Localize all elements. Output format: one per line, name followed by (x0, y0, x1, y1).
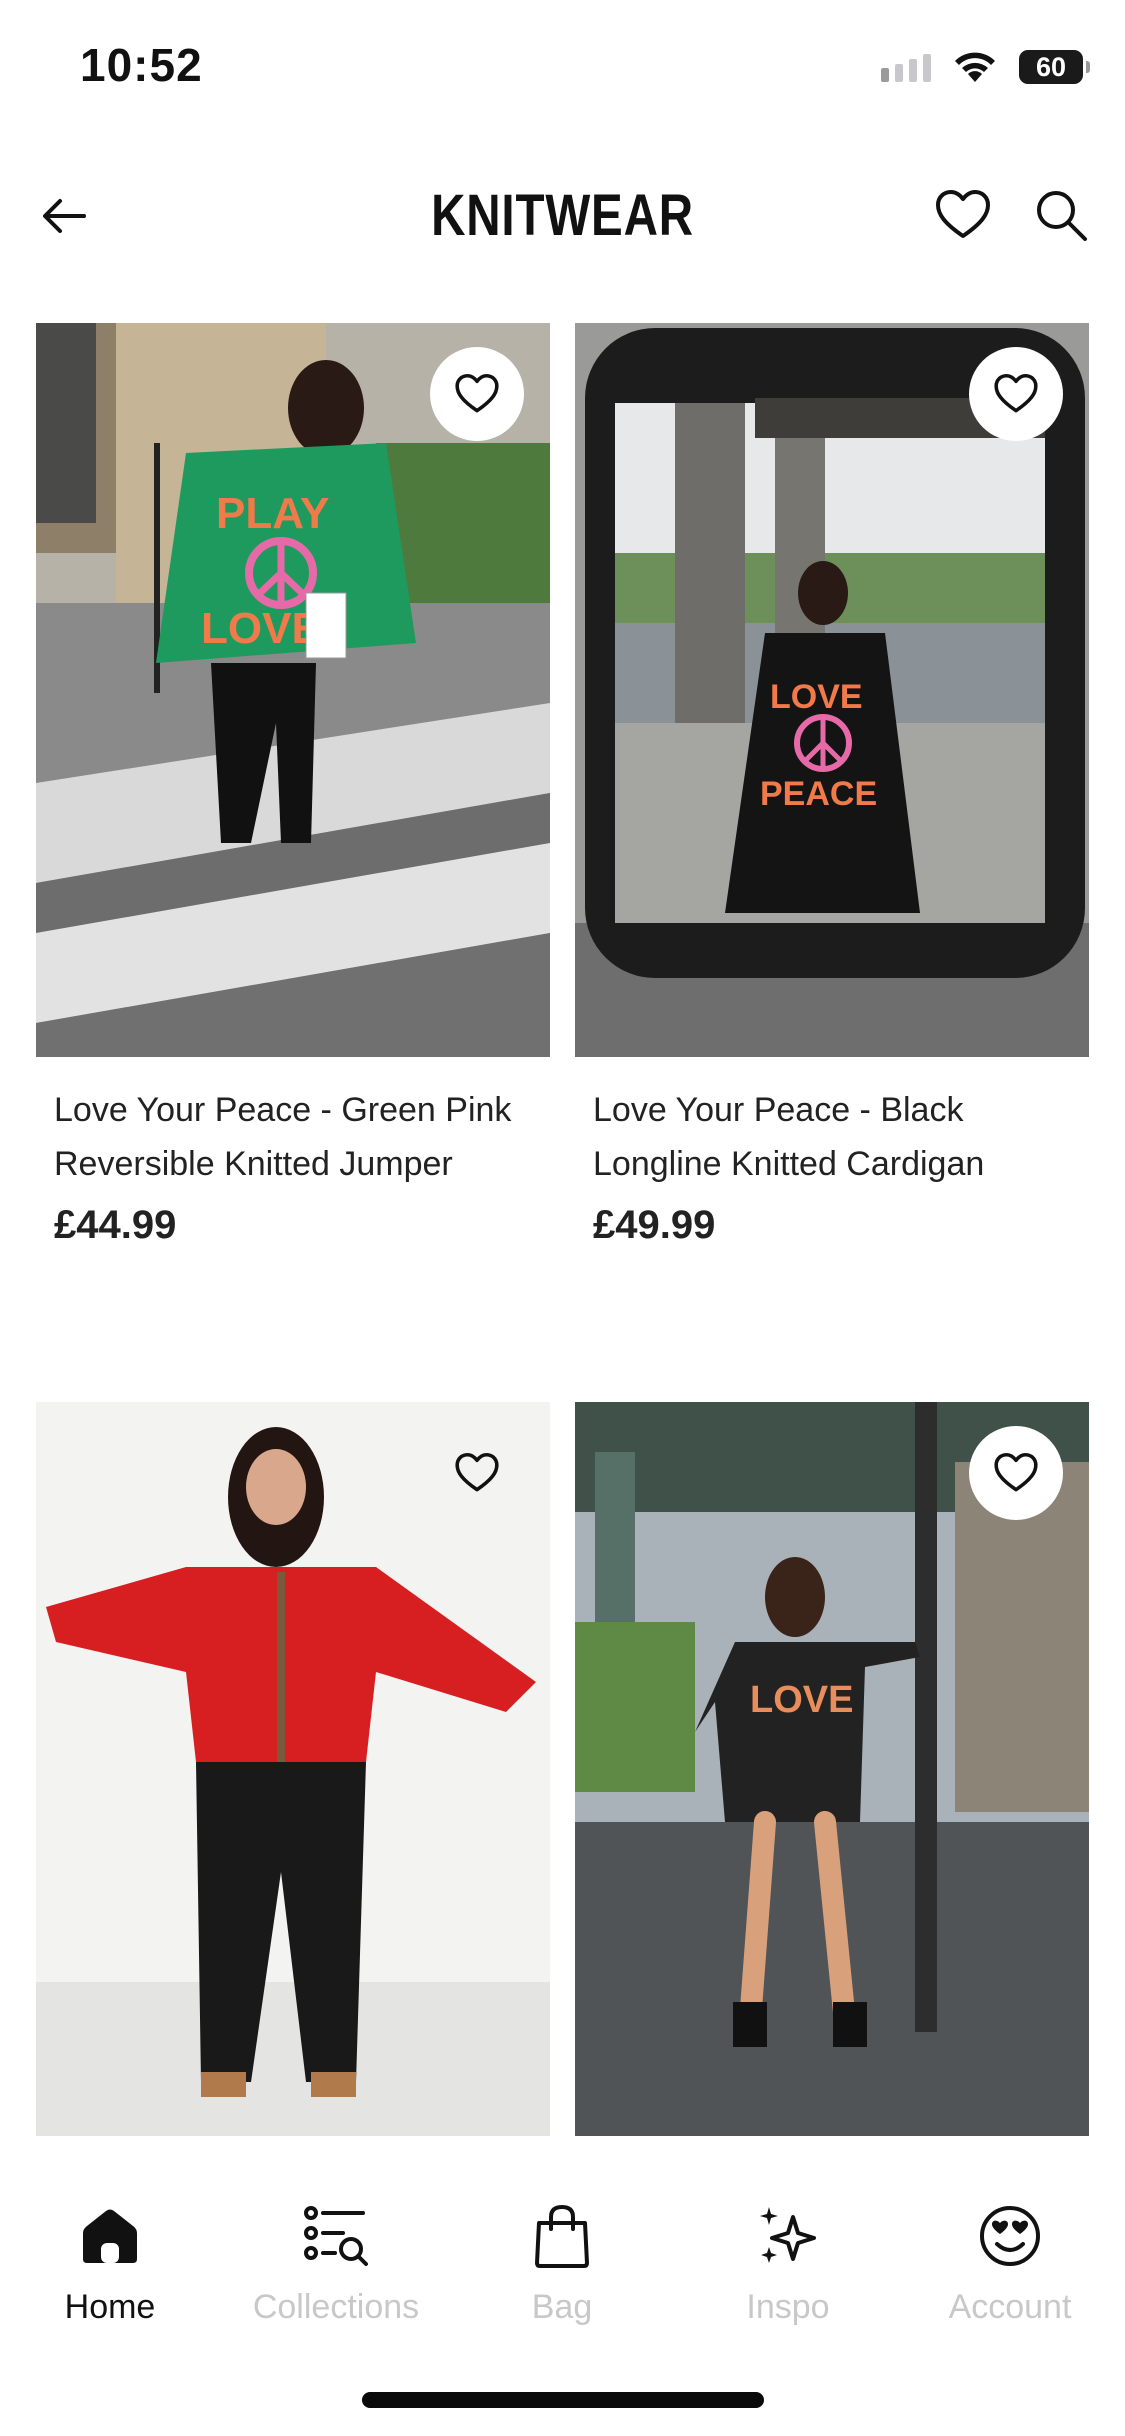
tab-inspo[interactable]: Inspo (688, 2198, 888, 2327)
page-title: KNITWEAR (431, 183, 694, 248)
heart-icon (455, 1452, 499, 1492)
search-icon[interactable] (1032, 186, 1090, 244)
status-icons: 60 (881, 50, 1090, 84)
tab-label: Inspo (746, 2288, 830, 2326)
smiley-heart-eyes-icon (980, 2206, 1040, 2266)
tab-label: Home (64, 2288, 156, 2326)
status-time: 10:52 (80, 39, 203, 91)
battery-level: 60 (1035, 51, 1067, 82)
battery-icon: 60 (1019, 50, 1090, 84)
collections-list-icon (304, 2206, 368, 2266)
product-card[interactable] (36, 1402, 550, 2136)
wishlist-button[interactable] (430, 347, 524, 441)
heart-icon (994, 1452, 1038, 1492)
product-price: £49.99 (593, 1203, 716, 1247)
tab-home[interactable]: Home (10, 2198, 210, 2327)
wishlist-button[interactable] (969, 1426, 1063, 1520)
tab-collections[interactable]: Collections (236, 2198, 436, 2327)
product-card[interactable]: PLAY LOVE Love Your Peace - Green Pink R… (36, 323, 550, 1248)
tab-account[interactable]: Account (910, 2198, 1110, 2327)
status-bar: 10:52 60 (0, 0, 1125, 140)
product-image[interactable]: PLAY LOVE (36, 323, 550, 1057)
product-image[interactable]: LOVE (575, 1402, 1089, 2136)
heart-icon[interactable] (934, 186, 992, 244)
cellular-signal-icon (881, 52, 931, 82)
product-image[interactable]: LOVE PEACE (575, 323, 1089, 1057)
product-name[interactable]: Love Your Peace - Black Longline Knitted… (593, 1083, 1071, 1191)
wifi-icon (955, 52, 995, 82)
bag-icon (535, 2204, 589, 2268)
home-icon (83, 2209, 137, 2263)
product-image[interactable] (36, 1402, 550, 2136)
wishlist-button[interactable] (430, 1426, 524, 1520)
product-name[interactable]: Love Your Peace - Green Pink Reversible … (54, 1083, 532, 1191)
home-indicator[interactable] (362, 2392, 764, 2408)
product-card[interactable]: LOVE (575, 1402, 1089, 2136)
tab-label: Collections (252, 2288, 420, 2326)
heart-icon (994, 373, 1038, 413)
product-card[interactable]: LOVE PEACE Love Your Peace - Black Longl… (575, 323, 1089, 1248)
wishlist-button[interactable] (969, 347, 1063, 441)
svg-text:LOVE: LOVE (750, 1679, 853, 1721)
svg-text:LOVE: LOVE (201, 604, 321, 653)
arrow-left-icon[interactable] (36, 188, 92, 244)
sparkles-icon (760, 2207, 816, 2263)
heart-icon (455, 373, 499, 413)
svg-text:PEACE: PEACE (760, 775, 877, 813)
tab-bag[interactable]: Bag (462, 2198, 662, 2327)
header: KNITWEAR (0, 160, 1125, 270)
tab-label: Account (948, 2288, 1072, 2326)
svg-text:PLAY: PLAY (216, 489, 329, 538)
svg-text:LOVE: LOVE (770, 678, 863, 716)
product-price: £44.99 (54, 1203, 177, 1247)
tab-label: Bag (531, 2288, 593, 2326)
